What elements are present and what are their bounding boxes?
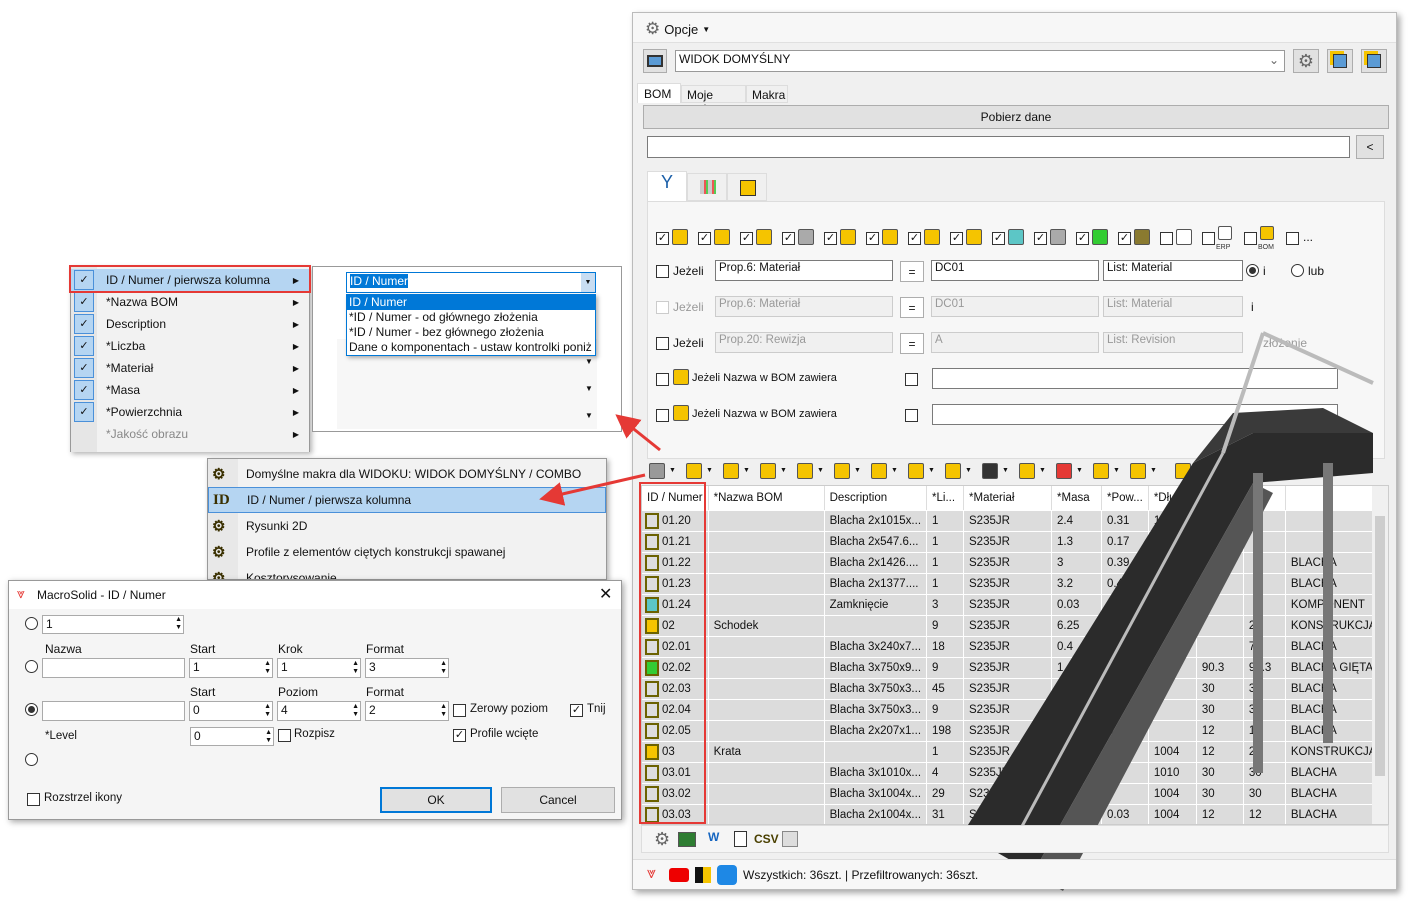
counter-name-input[interactable] (42, 658, 185, 678)
caret-down-icon[interactable]: ▼ (585, 357, 593, 366)
trim-checkbox[interactable]: ✓ (570, 704, 583, 717)
caret-down-icon[interactable]: ▼ (585, 384, 593, 393)
cost-icon: ⚙ (212, 570, 226, 580)
close-icon[interactable]: ✕ (599, 584, 612, 604)
profile-gear-icon: ⚙ (212, 544, 226, 561)
option-level-radio[interactable] (25, 703, 38, 716)
macro-menu-item[interactable]: ⚙ Rysunki 2D (208, 513, 606, 539)
column-source-dropdown: ID / Numer *ID / Numer - od głównego złoż… (346, 294, 596, 356)
option-fixed-radio[interactable] (25, 617, 38, 630)
explode-icons-checkbox[interactable] (27, 793, 40, 806)
drawing-gear-icon: ⚙ (212, 518, 226, 535)
macro-menu-item[interactable]: ID ID / Numer / pierwsza kolumna (208, 487, 606, 513)
check-icon: ✓ (74, 336, 94, 356)
id-icon: ID (213, 491, 230, 508)
option-counter-radio[interactable] (25, 660, 38, 673)
caret-down-icon[interactable]: ▼ (581, 273, 595, 292)
submenu-arrow-icon: ▶ (292, 385, 299, 395)
excel-icon[interactable] (678, 832, 696, 847)
dropdown-option[interactable]: ID / Numer (347, 295, 595, 310)
macro-menu-item[interactable]: ⚙ Domyślne makra dla WIDOKU: WIDOK DOMYŚL… (208, 461, 606, 487)
teamviewer-icon[interactable] (717, 865, 737, 885)
dropdown-option[interactable]: *ID / Numer - bez głównego złożenia (347, 325, 595, 340)
clipboard-table-icon[interactable] (782, 831, 798, 847)
level-name-input[interactable] (42, 701, 185, 721)
dropdown-option[interactable]: Dane o komponentach - ustaw kontrolki po… (347, 340, 595, 355)
csv-button[interactable]: CSV (754, 832, 779, 846)
column-menu-item[interactable]: ✓ *Powierzchnia ▶ (71, 401, 309, 423)
spinner-arrows-icon[interactable]: ▲ ▼ (352, 703, 359, 719)
dropdown-option[interactable]: *ID / Numer - od głównego złożenia (347, 310, 595, 325)
check-icon: ✓ (74, 292, 94, 312)
spinner-arrows-icon[interactable]: ▲ ▼ (440, 703, 447, 719)
column-menu-item[interactable]: ✓ *Liczba ▶ (71, 335, 309, 357)
counter-step-spinner[interactable]: 1 ▲ ▼ (277, 658, 361, 678)
stair-3d-model-image (963, 331, 1374, 891)
level-format-spinner[interactable]: 2 ▲ ▼ (365, 701, 449, 721)
submenu-arrow-icon: ▶ (292, 429, 299, 439)
option-none-radio[interactable] (25, 753, 38, 766)
check-icon: ✓ (74, 358, 94, 378)
youtube-icon[interactable] (669, 868, 689, 882)
manual-book-icon[interactable] (695, 867, 711, 883)
fixed-value-spinner[interactable]: 1 ▲ ▼ (42, 615, 184, 634)
macro-dialog: ⩔ MacroSolid - ID / Numer ✕ 1 ▲ ▼ Nazwa St… (8, 580, 622, 820)
spinner-arrows-icon[interactable]: ▲ ▼ (264, 660, 271, 676)
report-icon[interactable] (734, 831, 747, 847)
indented-profiles-checkbox[interactable]: ✓ (453, 729, 466, 742)
counter-format-spinner[interactable]: 3 ▲ ▼ (365, 658, 449, 678)
submenu-arrow-icon: ▶ (292, 363, 299, 373)
gear-icon[interactable]: ⚙ (654, 829, 670, 850)
check-icon: ✓ (74, 402, 94, 422)
macro-gear-icon: ⚙ (212, 466, 226, 483)
level-start-spinner[interactable]: 0 ▲ ▼ (189, 701, 273, 721)
check-icon: ✓ (74, 380, 94, 400)
submenu-arrow-icon: ▶ (292, 297, 299, 307)
highlight-box-menu-item (69, 265, 311, 293)
zero-level-checkbox[interactable] (453, 704, 466, 717)
column-menu-item[interactable]: ✓ *Materiał ▶ (71, 357, 309, 379)
ok-button[interactable]: OK (380, 787, 492, 813)
highlight-box-id-column (639, 482, 706, 824)
check-icon: ✓ (74, 314, 94, 334)
macro-menu: ⚙ Domyślne makra dla WIDOKU: WIDOK DOMYŚL… (207, 458, 607, 580)
level-depth-spinner[interactable]: 4 ▲ ▼ (277, 701, 361, 721)
word-icon[interactable]: W (708, 830, 719, 844)
cancel-button[interactable]: Cancel (501, 787, 615, 813)
caret-down-icon[interactable]: ▼ (585, 411, 593, 420)
macrosolid-logo-icon: ⩔ (17, 585, 25, 601)
expand-checkbox[interactable] (278, 729, 291, 742)
status-text: Wszystkich: 36szt. | Przefiltrowanych: 3… (743, 868, 979, 882)
export-toolbar: ⚙ W CSV (641, 825, 1389, 853)
spinner-arrows-icon[interactable]: ▲ ▼ (265, 729, 272, 745)
macrosolid-window: ⚙ Opcje ▼ WIDOK DOMYŚLNY ⌄ ⚙ BOM Moje mak… (632, 12, 1397, 891)
submenu-arrow-icon: ▶ (292, 319, 299, 329)
column-menu-item[interactable]: ✓ *Masa ▶ (71, 379, 309, 401)
column-menu-item[interactable]: *Jakość obrazu ▶ (71, 423, 309, 445)
spinner-arrows-icon[interactable]: ▲ ▼ (175, 616, 182, 632)
macro-menu-item[interactable]: ⚙ Profile z elementów ciętych konstrukcji… (208, 539, 606, 565)
spinner-arrows-icon[interactable]: ▲ ▼ (440, 660, 447, 676)
status-bar: ⩔ Wszystkich: 36szt. | Przefiltrowanych:… (633, 859, 1396, 889)
column-context-menu: ✓ ID / Numer / pierwsza kolumna ▶ ✓ *Nazwa B… (70, 266, 310, 452)
column-source-combo[interactable]: ID / Numer ▼ (346, 272, 596, 293)
spinner-arrows-icon[interactable]: ▲ ▼ (352, 660, 359, 676)
level-property-spinner[interactable]: 0 ▲ ▼ (190, 727, 274, 746)
submenu-arrow-icon: ▶ (292, 341, 299, 351)
dialog-title: MacroSolid - ID / Numer (37, 588, 166, 602)
column-menu-item[interactable]: ✓ Description ▶ (71, 313, 309, 335)
macrosolid-logo-icon: ⩔ (647, 865, 657, 882)
column-menu-item[interactable]: ✓ *Nazwa BOM ▶ (71, 291, 309, 313)
counter-start-spinner[interactable]: 1 ▲ ▼ (189, 658, 273, 678)
macro-menu-item[interactable]: ⚙ Kosztorysowanie (208, 565, 606, 580)
submenu-arrow-icon: ▶ (292, 407, 299, 417)
dialog-titlebar: ⩔ MacroSolid - ID / Numer ✕ (9, 581, 621, 609)
spinner-arrows-icon[interactable]: ▲ ▼ (264, 703, 271, 719)
